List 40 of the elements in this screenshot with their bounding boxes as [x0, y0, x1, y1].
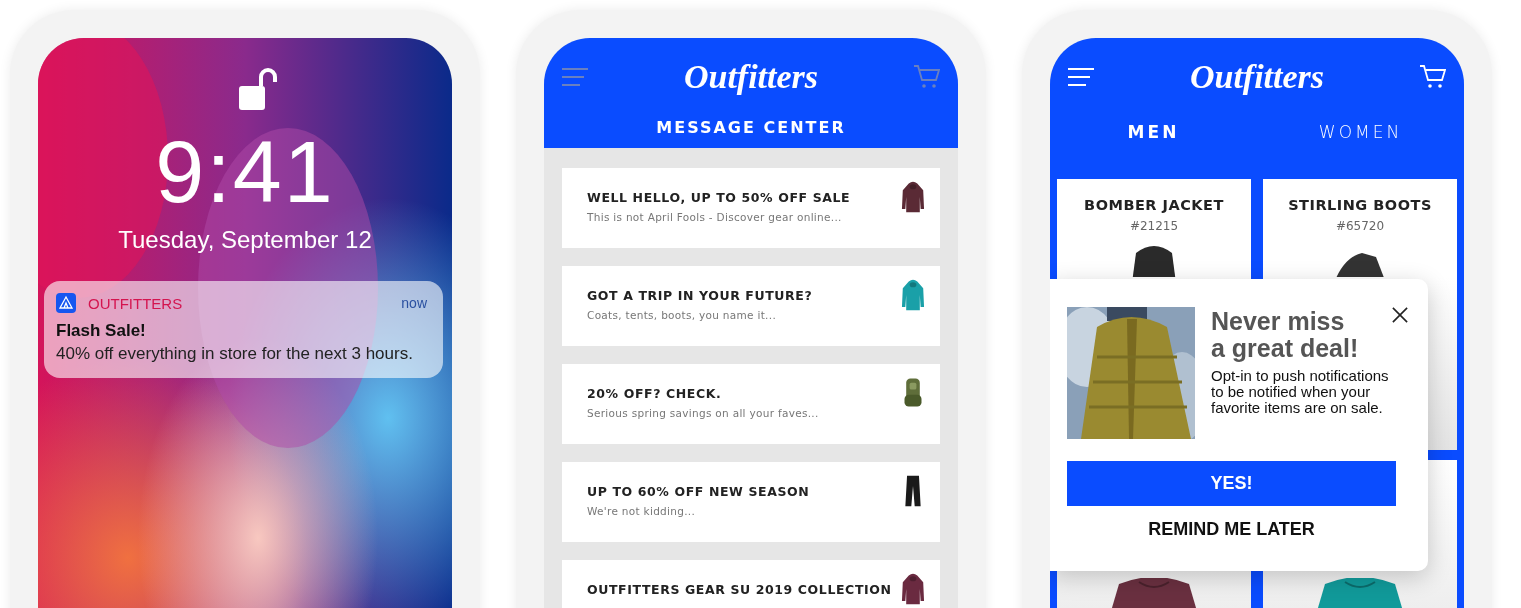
unlock-icon	[237, 66, 277, 112]
logo: Outfitters	[1189, 58, 1325, 96]
message-preview: Serious spring savings on all your faves...	[587, 407, 820, 419]
dialog-title: Never miss a great deal!	[1211, 308, 1360, 362]
category-tab[interactable]: WOMEN	[1257, 116, 1464, 148]
message-title: 20% OFF? CHECK.	[587, 386, 723, 401]
logo: Outfitters	[683, 58, 819, 96]
message-title: OUTFITTERS GEAR SU 2019 COLLECTION	[587, 582, 893, 597]
notification-time: now	[401, 295, 427, 311]
message-card[interactable]: UP TO 60% OFF NEW SEASON We're not kidding...	[562, 462, 940, 542]
notification-body: 40% off everything in store for the next 3 hours.	[56, 344, 414, 364]
app-name: OUTFITTERS	[88, 294, 183, 312]
category-tab[interactable]: MEN	[1050, 116, 1257, 148]
product-name: STIRLING BOOTS	[1288, 197, 1432, 213]
product-number: #21215	[1129, 219, 1179, 233]
dialog-message: Opt-in to push notifications to be notified when your favorite items are on sale.	[1211, 368, 1390, 417]
cart-icon[interactable]	[1420, 65, 1446, 89]
screen-title: MESSAGE CENTER	[655, 118, 847, 137]
message-card[interactable]: OUTFITTERS GEAR SU 2019 COLLECTION	[562, 560, 940, 608]
clock-time: 9:41	[155, 128, 335, 216]
message-card[interactable]: 20% OFF? CHECK. Serious spring savings on all your faves...	[562, 364, 940, 444]
notification-title: Flash Sale!	[56, 321, 147, 341]
message-preview: This is not April Fools - Discover gear online...	[587, 211, 843, 223]
message-card[interactable]: GOT A TRIP IN YOUR FUTURE? Coats, tents, boots, you name it...	[562, 266, 940, 346]
product-name: BOMBER JACKET	[1084, 197, 1224, 213]
yes-button[interactable]: YES!	[1067, 461, 1396, 506]
message-card[interactable]: WELL HELLO, UP TO 50% OFF SALE This is not April Fools - Discover gear online...	[562, 168, 940, 248]
product-card[interactable]: STIRLING BOOTS #65720	[1263, 179, 1457, 277]
message-preview: We're not kidding...	[587, 505, 697, 517]
product-card[interactable]: BOMBER JACKET #21215	[1057, 179, 1251, 277]
message-preview: Coats, tents, boots, you name it...	[587, 309, 777, 321]
message-title: WELL HELLO, UP TO 50% OFF SALE	[587, 190, 852, 205]
message-title: GOT A TRIP IN YOUR FUTURE?	[587, 288, 814, 303]
close-icon[interactable]	[1392, 307, 1408, 323]
date-text: Tuesday, September 12	[118, 226, 372, 254]
tent-icon	[56, 293, 76, 313]
remind-later-button[interactable]: REMIND ME LATER	[1144, 517, 1319, 542]
message-title: UP TO 60% OFF NEW SEASON	[587, 484, 811, 499]
notification-card[interactable]: OUTFITTERS now Flash Sale! 40% off everything in store for the next 3 hours.	[44, 281, 443, 378]
product-number: #65720	[1335, 219, 1385, 233]
